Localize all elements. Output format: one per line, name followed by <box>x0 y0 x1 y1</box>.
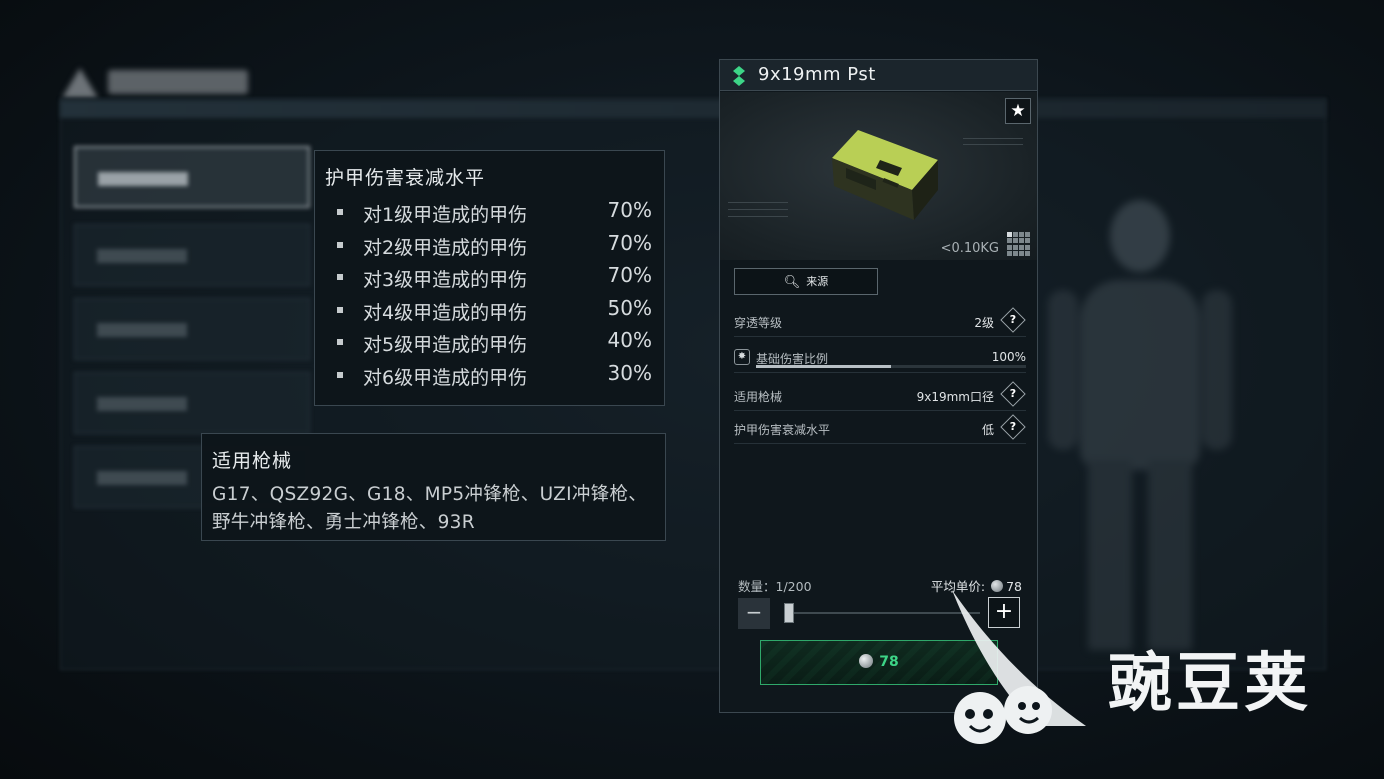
armor-row-value: 30% <box>607 360 652 385</box>
watermark-text: 豌豆荚 <box>1108 647 1312 721</box>
preview-decoration <box>963 138 1023 150</box>
search-icon: 🔍︎ <box>783 275 801 290</box>
armor-decay-tooltip: 护甲伤害衰减水平 对1级甲造成的甲伤 70% 对2级甲造成的甲伤 70% 对3级甲造… <box>314 150 665 406</box>
preview-decoration <box>728 202 788 242</box>
background-tab <box>74 372 310 434</box>
star-icon: ★ <box>1010 101 1026 121</box>
help-icon[interactable]: ? <box>1000 414 1026 440</box>
rarity-icon <box>733 66 745 86</box>
item-preview: ★ <0.10KG <box>720 92 1037 260</box>
stat-label: 穿透等级 <box>734 316 783 330</box>
armor-row-label: 对5级甲造成的甲伤 <box>363 334 528 357</box>
armor-row-label: 对6级甲造成的甲伤 <box>363 366 528 389</box>
item-name: 9x19mm Pst <box>758 64 876 85</box>
armor-row: 对5级甲造成的甲伤 40% <box>325 328 664 361</box>
armor-row: 对2级甲造成的甲伤 70% <box>325 231 664 264</box>
source-button-label: 来源 <box>806 275 829 288</box>
stat-value: 2级 <box>974 316 994 330</box>
watermark: 豌豆荚 <box>940 580 1360 750</box>
armor-row-value: 70% <box>607 198 652 222</box>
background-topbar <box>60 100 1326 118</box>
armor-row-value: 70% <box>607 263 652 288</box>
armor-row-label: 对4级甲造成的甲伤 <box>363 301 528 324</box>
armor-row: 对6级甲造成的甲伤 30% <box>325 361 664 394</box>
help-icon[interactable]: ? <box>1000 381 1026 407</box>
compatible-weapons-tooltip: 适用枪械 G17、QSZ92G、G18、MP5冲锋枪、UZI冲锋枪、野牛冲锋枪、… <box>201 433 666 541</box>
armor-row-label: 对1级甲造成的甲伤 <box>363 204 528 226</box>
armor-row-value: 40% <box>607 328 652 353</box>
armor-row-value: 70% <box>607 230 652 255</box>
item-weight: <0.10KG <box>940 241 999 256</box>
inventory-grid-icon <box>1007 232 1031 256</box>
weapon-list: G17、QSZ92G、G18、MP5冲锋枪、UZI冲锋枪、野牛冲锋枪、勇士冲锋枪… <box>212 484 648 533</box>
background-tab <box>74 298 310 360</box>
damage-bar <box>756 365 1026 368</box>
background-tab <box>74 146 310 208</box>
damage-icon: ✸ <box>734 349 750 365</box>
ammo-box-image <box>832 130 938 220</box>
armor-row-label: 对3级甲造成的甲伤 <box>363 269 528 292</box>
stat-penetration: 穿透等级 2级 ? <box>734 304 1026 337</box>
armor-row: 对1级甲造成的甲伤 70% <box>325 198 664 231</box>
tooltip-title: 护甲伤害衰减水平 <box>325 167 486 189</box>
watermark-logo <box>952 590 1086 744</box>
stat-armor-decay: 护甲伤害衰减水平 低 ? <box>734 411 1026 444</box>
stat-value: 低 <box>981 423 994 437</box>
quantity-slider-thumb[interactable] <box>784 603 794 623</box>
decrease-quantity-button[interactable]: − <box>738 598 770 629</box>
buy-price-value: 78 <box>879 654 899 670</box>
stat-label: 适用枪械 <box>734 390 783 404</box>
stat-value: 9x19mm口径 <box>916 390 994 404</box>
stat-weapon: 适用枪械 9x19mm口径 ? <box>734 378 1026 411</box>
stat-label: 护甲伤害衰减水平 <box>734 423 831 437</box>
armor-row-value: 50% <box>607 295 652 320</box>
armor-row: 对3级甲造成的甲伤 70% <box>325 263 664 296</box>
source-button[interactable]: 🔍︎ 来源 <box>734 268 878 295</box>
armor-row: 对4级甲造成的甲伤 50% <box>325 296 664 329</box>
background-title <box>62 62 252 100</box>
coin-icon <box>859 654 874 668</box>
armor-row-label: 对2级甲造成的甲伤 <box>363 236 528 259</box>
background-tab <box>74 224 310 286</box>
favorite-button[interactable]: ★ <box>1005 98 1031 124</box>
item-header: 9x19mm Pst <box>720 60 1037 91</box>
quantity-label: 数量：1/200 <box>738 579 812 594</box>
tooltip-title: 适用枪械 <box>212 450 293 472</box>
help-icon[interactable]: ? <box>1000 307 1026 333</box>
stat-value: 100% <box>991 350 1026 364</box>
stat-base-damage: ✸ 基础伤害比例 100% <box>734 340 1026 373</box>
